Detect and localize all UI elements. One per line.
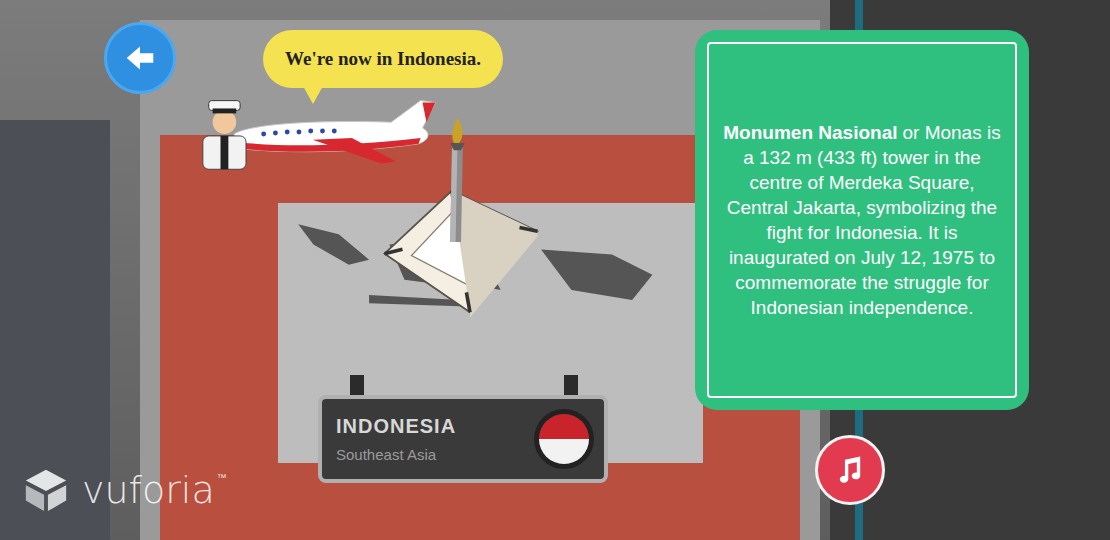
trademark: ™ — [217, 472, 227, 483]
ar-screen: We're now in Indonesia. Monumen Nasional… — [0, 0, 1110, 540]
info-text: Monumen Nasionalor Monas is a 132 m (433… — [721, 120, 1003, 320]
back-button[interactable] — [104, 22, 176, 94]
plane-icon — [195, 92, 450, 172]
vuforia-watermark: vuforia ™ — [22, 466, 227, 514]
info-panel-border: Monumen Nasionalor Monas is a 132 m (433… — [707, 42, 1017, 398]
sign-region: Southeast Asia — [336, 446, 456, 463]
arrow-left-icon — [121, 39, 159, 77]
info-body: or Monas is a 132 m (433 ft) tower in th… — [727, 122, 1001, 318]
cube-logo-icon — [22, 466, 70, 514]
sign-texts: INDONESIA Southeast Asia — [336, 415, 456, 463]
brand-name: vuforia — [82, 468, 215, 512]
music-note-icon — [833, 453, 867, 487]
country-sign: INDONESIA Southeast Asia — [318, 375, 608, 487]
speech-text: We're now in Indonesia. — [285, 48, 481, 70]
sign-country: INDONESIA — [336, 415, 456, 438]
info-title: Monumen Nasional — [723, 122, 897, 143]
indonesia-flag-icon — [534, 409, 594, 469]
info-panel: Monumen Nasionalor Monas is a 132 m (433… — [695, 30, 1029, 410]
speech-bubble: We're now in Indonesia. — [263, 30, 503, 88]
sign-board: INDONESIA Southeast Asia — [318, 395, 608, 483]
music-button[interactable] — [815, 435, 885, 505]
bubble-tail — [303, 86, 323, 104]
pilot-icon — [203, 101, 246, 170]
